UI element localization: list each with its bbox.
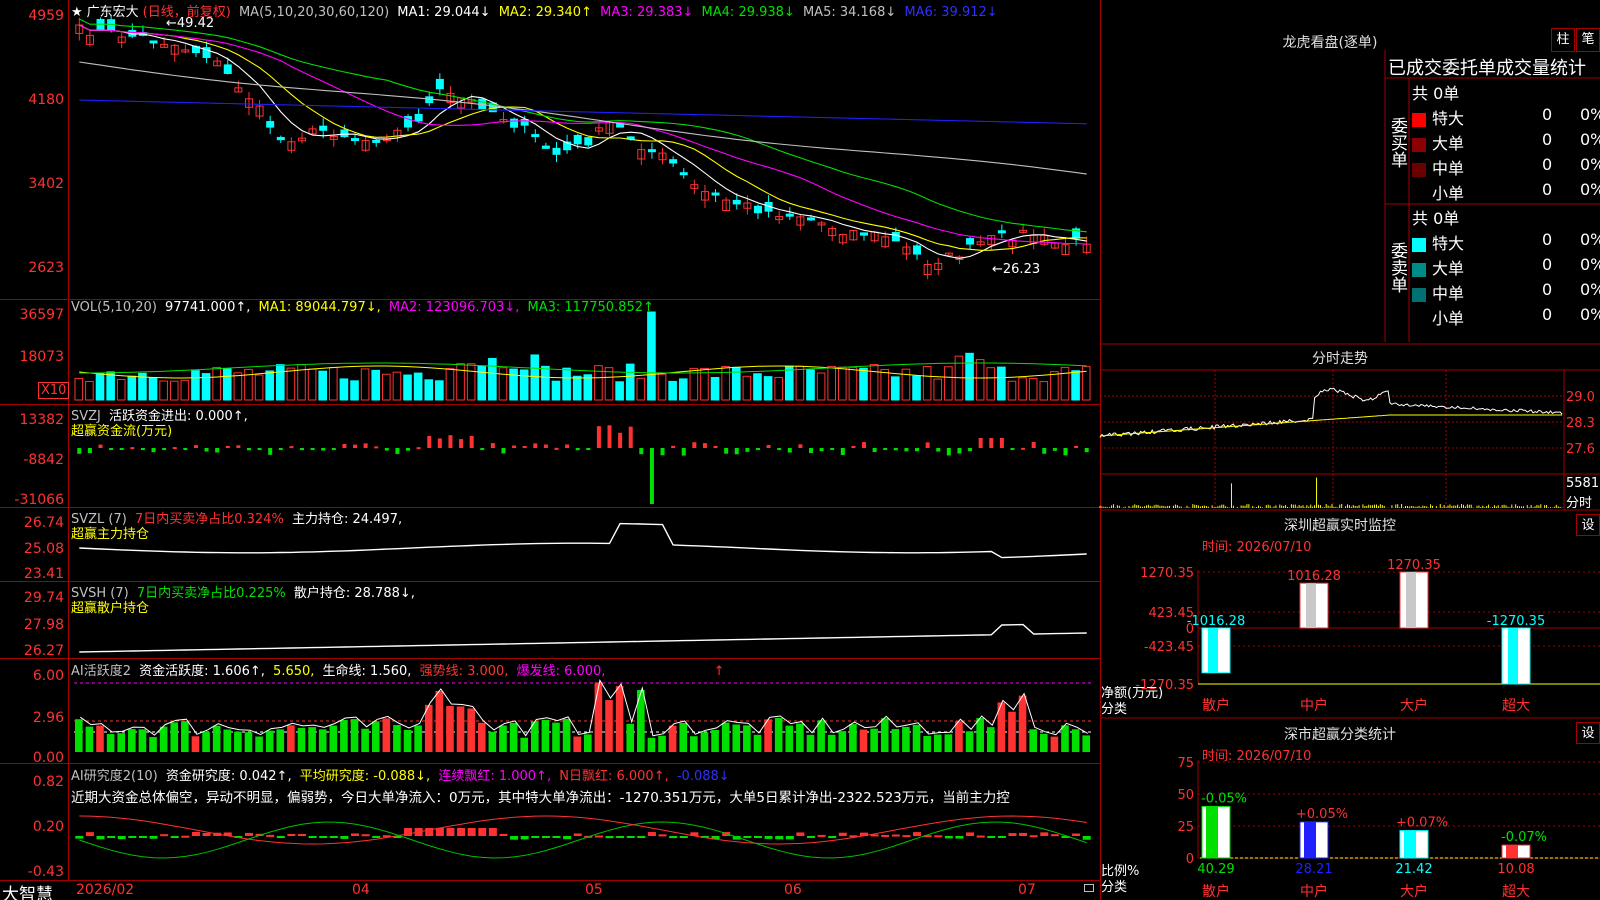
classify-category-label: 大户	[1400, 883, 1428, 900]
lhkp-title: 龙虎看盘(逐单)	[1282, 35, 1378, 51]
classify-xlabel: 分类	[1101, 880, 1128, 895]
sell-row-xl: 特大00%	[1412, 230, 1600, 254]
monitor-axis-label: -423.45	[1144, 640, 1194, 655]
bar-mode-button[interactable]: 柱	[1551, 28, 1575, 52]
monitor-title: 深圳超赢实时监控	[1284, 518, 1396, 534]
sell-row-m: 中单00%	[1412, 280, 1600, 304]
classify-change-label: -0.05%	[1201, 791, 1247, 806]
monitor-axis-label: 1270.35	[1140, 566, 1194, 581]
classify-category-label: 中户	[1300, 883, 1328, 900]
classify-change-label: -0.07%	[1501, 830, 1547, 845]
classify-axis-label: 50	[1177, 788, 1194, 803]
monitor-value-label: -1016.28	[1187, 614, 1245, 629]
intraday-avg-line	[1099, 414, 1563, 437]
monitor-category-label: 散户	[1202, 697, 1230, 714]
classify-bar-shade	[1206, 806, 1218, 858]
monitor-value-label: -1270.35	[1487, 614, 1545, 629]
buy-row-l: 大单00%	[1412, 130, 1600, 154]
classify-axis-label: 75	[1177, 756, 1194, 771]
classify-axis-label: 25	[1177, 820, 1194, 835]
monitor-bar-shade	[1208, 628, 1218, 673]
classify-time: 时间: 2026/07/10	[1202, 749, 1312, 764]
buy-row-xl: 特大00%	[1412, 105, 1600, 129]
l-color-swatch-icon	[1412, 262, 1426, 277]
monitor-xlabel: 分类	[1101, 702, 1128, 717]
monitor-category-label: 超大	[1502, 698, 1530, 714]
monitor-settings-button[interactable]: 设	[1576, 514, 1600, 536]
sell-side-label: 委卖单	[1387, 241, 1407, 293]
buy-side-label: 委买单	[1387, 116, 1407, 168]
sell-row-s: 小单00%	[1432, 305, 1600, 328]
buy-row-m: 中单00%	[1412, 155, 1600, 179]
classify-category-label: 散户	[1202, 883, 1230, 900]
classify-axis-label: 0	[1186, 852, 1194, 867]
monitor-bar-shade	[1306, 583, 1316, 628]
sell-row-l: 大单00%	[1412, 255, 1600, 279]
intraday-price-label: 27.6	[1566, 442, 1595, 457]
intraday-vol-label: 5581	[1566, 476, 1600, 491]
classify-bar-shade	[1404, 830, 1416, 858]
xl-color-swatch-icon	[1412, 112, 1426, 127]
classify-change-label: +0.07%	[1396, 816, 1448, 831]
classify-value-label: 28.21	[1295, 862, 1332, 877]
l-color-swatch-icon	[1412, 137, 1426, 152]
classify-value-label: 10.08	[1497, 862, 1534, 877]
classify-category-label: 超大	[1502, 884, 1530, 900]
buy-row-s: 小单00%	[1432, 180, 1600, 203]
intraday-price-label: 29.0	[1566, 390, 1595, 405]
buy-total: 共 0单	[1412, 84, 1460, 103]
monitor-value-label: 1270.35	[1387, 558, 1441, 573]
right-panel-graphics: 1270.35423.450-423.45-1270.35-1016.28散户1…	[1099, 50, 1600, 900]
classify-title: 深市超赢分类统计	[1284, 727, 1396, 743]
classify-bar-shade	[1304, 821, 1316, 858]
classify-settings-button[interactable]: 设	[1576, 722, 1600, 744]
order-stats-header: 已成交委托单成交量统计	[1388, 58, 1586, 79]
classify-bar-shade	[1506, 845, 1518, 858]
m-color-swatch-icon	[1412, 162, 1426, 177]
m-color-swatch-icon	[1412, 287, 1426, 302]
tick-mode-button[interactable]: 笔	[1576, 28, 1600, 52]
intraday-price-label: 28.3	[1566, 416, 1595, 431]
intraday-title[interactable]: 分时走势	[1250, 348, 1430, 368]
intraday-vol-unit: 分时	[1566, 496, 1593, 511]
monitor-category-label: 中户	[1300, 697, 1328, 714]
monitor-value-label: 1016.28	[1287, 569, 1341, 584]
xl-color-swatch-icon	[1412, 237, 1426, 252]
monitor-time: 时间: 2026/07/10	[1202, 540, 1312, 555]
monitor-bar-shade	[1406, 572, 1416, 628]
classify-value-label: 21.42	[1395, 862, 1432, 877]
sell-total: 共 0单	[1412, 209, 1460, 228]
classify-value-label: 40.29	[1197, 862, 1234, 877]
classify-change-label: +0.05%	[1296, 807, 1348, 822]
monitor-category-label: 大户	[1400, 697, 1428, 714]
monitor-bar-shade	[1508, 628, 1518, 684]
